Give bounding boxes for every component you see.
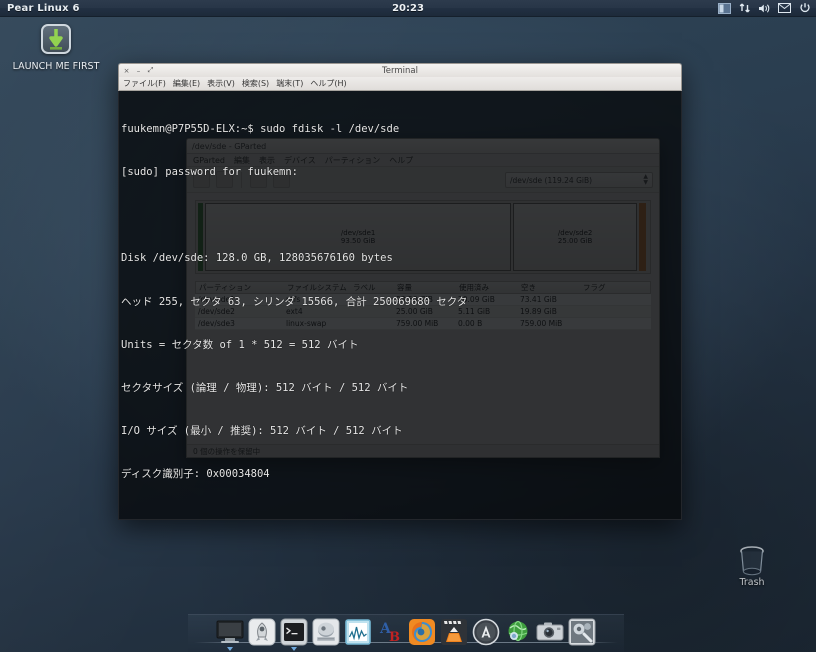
desktop: Pear Linux 6 20:23 LAUNCH ME FIRST Trash… (0, 0, 816, 652)
terminal-line: I/O サイズ (最小 / 推奨): 512 バイト / 512 バイト (121, 425, 403, 438)
workspace-switcher-icon[interactable] (718, 2, 731, 15)
system-tray (718, 2, 811, 15)
svg-text:B: B (389, 630, 400, 645)
dock-item-vlc[interactable] (439, 617, 469, 647)
power-icon[interactable] (798, 2, 811, 15)
running-indicator (227, 647, 233, 651)
terminal-menu-edit[interactable]: 編集(E) (173, 78, 200, 89)
terminal-line: ディスク識別子: 0x00034804 (121, 468, 270, 481)
desktop-icon-label: LAUNCH ME FIRST (12, 61, 100, 72)
dock-item-firefox[interactable] (407, 617, 437, 647)
terminal-window[interactable]: × – ⤢ Terminal ファイル(F) 編集(E) 表示(V) 検索(S)… (118, 63, 682, 520)
terminal-line: [sudo] password for fuukemn: (121, 166, 299, 179)
terminal-menu-help[interactable]: ヘルプ(H) (310, 78, 346, 89)
dock-item-launcher[interactable] (247, 617, 277, 647)
terminal-line: Units = セクタ数 of 1 * 512 = 512 バイト (121, 338, 359, 351)
volume-icon[interactable] (758, 2, 771, 15)
terminal-menu-search[interactable]: 検索(S) (242, 78, 269, 89)
terminal-menu-file[interactable]: ファイル(F) (123, 78, 166, 89)
terminal-line: Disk /dev/sde: 128.0 GB, 128035676160 by… (121, 252, 393, 265)
mail-icon[interactable] (778, 2, 791, 15)
desktop-icon-launch-me-first[interactable]: LAUNCH ME FIRST (1, 22, 111, 72)
terminal-titlebar[interactable]: × – ⤢ Terminal (118, 63, 682, 77)
running-indicator (291, 647, 297, 651)
desktop-icon-trash[interactable]: Trash (697, 545, 807, 588)
terminal-output[interactable]: fuukemn@P7P55D-ELX:~$ sudo fdisk -l /dev… (118, 91, 682, 520)
network-icon[interactable] (738, 2, 751, 15)
dock-item-tools[interactable] (567, 617, 597, 647)
trash-icon (737, 545, 767, 577)
dock-item-fonts[interactable]: A B (375, 617, 405, 647)
dock-item-camera[interactable] (535, 617, 565, 647)
terminal-title: Terminal (382, 65, 418, 76)
terminal-menu-terminal[interactable]: 端末(T) (276, 78, 303, 89)
clock[interactable]: 20:23 (0, 3, 816, 14)
dock-item-system-monitor[interactable] (343, 617, 373, 647)
terminal-line: セクタサイズ (論理 / 物理): 512 バイト / 512 バイト (121, 382, 409, 395)
desktop-icon-label: Trash (739, 577, 765, 588)
terminal-menubar: ファイル(F) 編集(E) 表示(V) 検索(S) 端末(T) ヘルプ(H) (118, 77, 682, 91)
dock-item-finder[interactable] (215, 617, 245, 651)
dock: A B (188, 614, 624, 652)
dock-item-terminal[interactable] (279, 617, 309, 651)
terminal-line: fuukemn@P7P55D-ELX:~$ sudo fdisk -l /dev… (121, 122, 400, 135)
dock-item-settings[interactable] (311, 617, 341, 647)
terminal-line: ヘッド 255, セクタ 63, シリンダ 15566, 合計 25006968… (121, 295, 468, 308)
launch-me-first-icon (39, 24, 73, 58)
top-panel: Pear Linux 6 20:23 (0, 0, 816, 17)
terminal-menu-view[interactable]: 表示(V) (207, 78, 235, 89)
dock-item-app-store[interactable] (471, 617, 501, 647)
dock-item-network[interactable] (503, 617, 533, 647)
